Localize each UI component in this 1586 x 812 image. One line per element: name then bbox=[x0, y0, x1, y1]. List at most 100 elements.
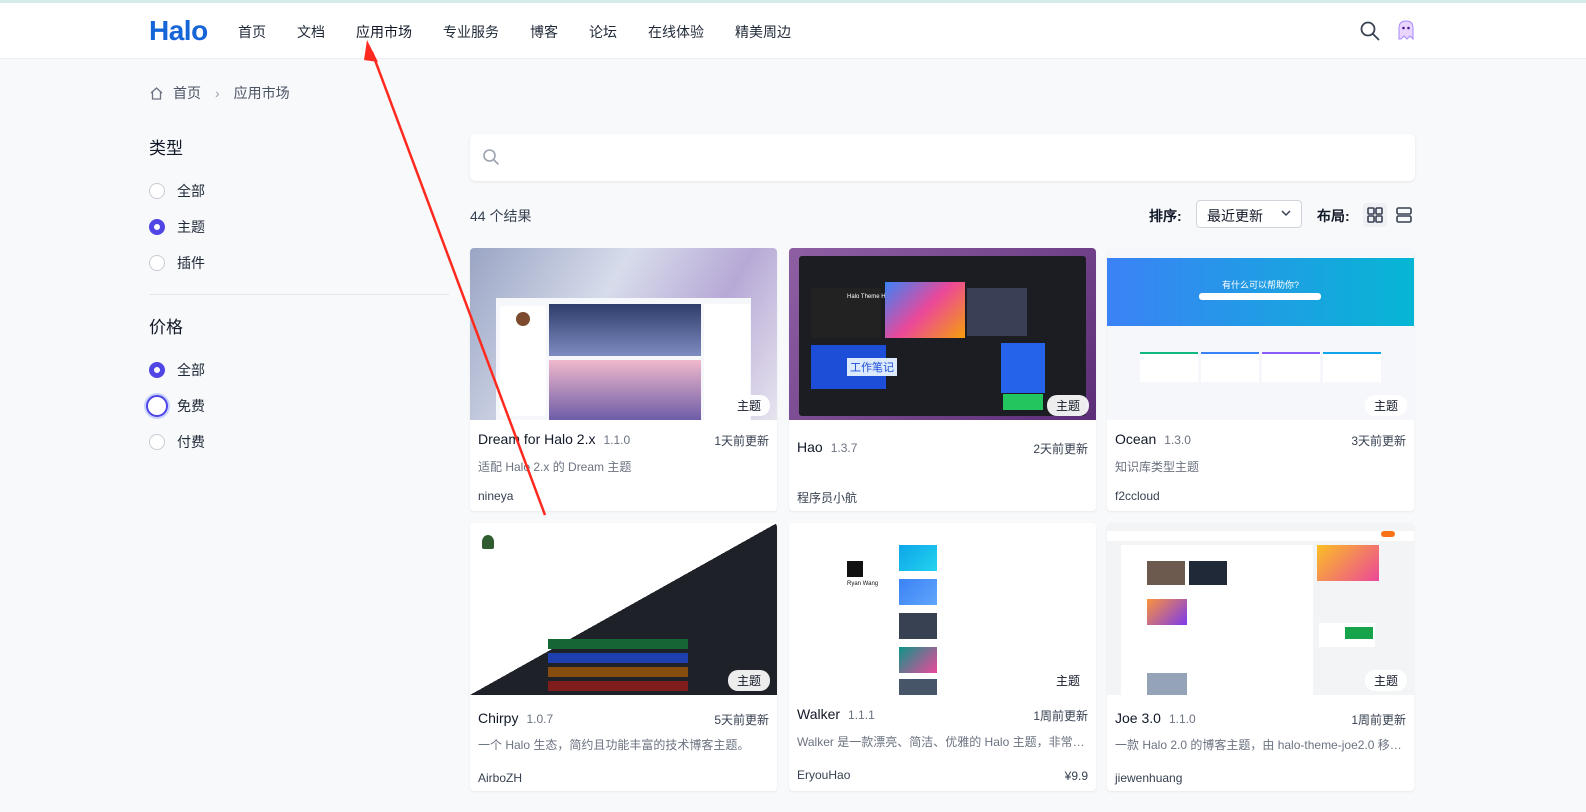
app-card[interactable]: Halo Theme Hao 工作笔记 主题 Hao 1.3.7 2天前更新 程序… bbox=[789, 248, 1096, 511]
card-description: 知识库类型主题 bbox=[1115, 460, 1200, 474]
preview-text: Ryan Wang bbox=[847, 581, 879, 587]
type-badge: 主题 bbox=[1046, 395, 1089, 416]
theme-preview-image: Ryan Wang bbox=[789, 523, 1096, 695]
card-version: 1.3.7 bbox=[830, 441, 858, 455]
nav-app-market[interactable]: 应用市场 bbox=[356, 22, 412, 42]
card-version: 1.1.0 bbox=[1168, 712, 1196, 726]
card-version: 1.1.1 bbox=[848, 708, 875, 722]
card-description: 一款 Halo 2.0 的博客主题，由 halo-theme-joe2.0 移植… bbox=[1115, 738, 1407, 752]
card-updated: 5天前更新 bbox=[714, 713, 769, 727]
card-author: AirboZH bbox=[478, 771, 523, 785]
nav-online-demo[interactable]: 在线体验 bbox=[648, 22, 704, 42]
preview-text: 工作笔记 bbox=[847, 358, 897, 376]
sort-value: 最近更新 bbox=[1207, 208, 1263, 224]
radio-focused-icon[interactable] bbox=[146, 395, 168, 417]
app-card[interactable]: 有什么可以帮助你? 主题 Ocean 1.3.0 3天前更新 知识库类型主题 f2… bbox=[1107, 248, 1414, 511]
type-option-all[interactable]: 全部 bbox=[149, 173, 449, 209]
search-box bbox=[470, 134, 1415, 181]
chevron-down-icon bbox=[1281, 210, 1291, 217]
card-name: Joe 3.0 bbox=[1115, 710, 1161, 726]
card-name: Hao bbox=[797, 439, 823, 455]
sort-select[interactable]: 最近更新 bbox=[1196, 200, 1302, 228]
radio-icon[interactable] bbox=[149, 434, 165, 450]
chevron-right-icon: › bbox=[215, 85, 220, 101]
card-title[interactable]: Chirpy 1.0.7 bbox=[478, 710, 553, 726]
search-icon[interactable] bbox=[1359, 20, 1381, 42]
type-option-plugin[interactable]: 插件 bbox=[149, 245, 449, 281]
search-input[interactable] bbox=[510, 144, 1390, 170]
type-badge: 主题 bbox=[1364, 395, 1407, 416]
halo-logo[interactable]: Halo bbox=[149, 15, 208, 47]
option-label: 付费 bbox=[177, 434, 205, 450]
radio-checked-icon[interactable] bbox=[149, 219, 165, 235]
card-updated: 1天前更新 bbox=[714, 434, 769, 448]
app-card[interactable]: 主题 Chirpy 1.0.7 5天前更新 一个 Halo 生态，简约且功能丰富的… bbox=[470, 523, 777, 791]
card-version: 1.3.0 bbox=[1164, 433, 1191, 447]
nav-forum[interactable]: 论坛 bbox=[589, 22, 617, 42]
option-label: 全部 bbox=[177, 362, 205, 378]
option-label: 插件 bbox=[177, 255, 205, 271]
list-layout-icon[interactable] bbox=[1392, 203, 1416, 227]
radio-icon[interactable] bbox=[149, 183, 165, 199]
card-title[interactable]: Walker 1.1.1 bbox=[797, 706, 875, 722]
breadcrumb-home[interactable]: 首页 bbox=[173, 83, 201, 103]
nav-blog[interactable]: 博客 bbox=[530, 22, 558, 42]
user-avatar[interactable] bbox=[1395, 19, 1417, 41]
theme-preview-image bbox=[470, 248, 777, 420]
card-version: 1.1.0 bbox=[603, 433, 631, 447]
card-updated: 2天前更新 bbox=[1033, 442, 1088, 456]
layout-label: 布局: bbox=[1317, 208, 1350, 224]
theme-preview-image bbox=[1107, 523, 1414, 695]
nav-docs[interactable]: 文档 bbox=[297, 22, 325, 42]
app-card[interactable]: 主题 Joe 3.0 1.1.0 1周前更新 一款 Halo 2.0 的博客主题，… bbox=[1107, 523, 1414, 791]
sort-label: 排序: bbox=[1149, 208, 1182, 224]
card-title[interactable]: Ocean 1.3.0 bbox=[1115, 431, 1191, 447]
card-description: 适配 Halo 2.x 的 Dream 主题 bbox=[478, 460, 632, 474]
breadcrumb-current: 应用市场 bbox=[233, 85, 290, 101]
type-badge: 主题 bbox=[727, 395, 770, 416]
card-updated: 1周前更新 bbox=[1033, 709, 1088, 723]
card-name: Walker bbox=[797, 706, 841, 722]
card-author: jiewenhuang bbox=[1115, 771, 1183, 785]
app-card[interactable]: 主题 Dream for Halo 2.x 1.1.0 1天前更新 适配 Halo… bbox=[470, 248, 777, 511]
card-title[interactable]: Dream for Halo 2.x 1.1.0 bbox=[478, 431, 630, 447]
card-title[interactable]: Joe 3.0 1.1.0 bbox=[1115, 710, 1196, 726]
type-badge: 主题 bbox=[727, 670, 770, 691]
nav-home[interactable]: 首页 bbox=[238, 22, 266, 42]
radio-checked-icon[interactable] bbox=[149, 362, 165, 378]
main-nav: 首页 文档 应用市场 专业服务 博客 论坛 在线体验 精美周边 bbox=[238, 22, 822, 42]
option-label: 免费 bbox=[177, 398, 205, 414]
price-option-free[interactable]: 免费 bbox=[146, 388, 449, 424]
type-option-theme[interactable]: 主题 bbox=[149, 209, 449, 245]
price-filter-title: 价格 bbox=[149, 318, 183, 337]
breadcrumb: 首页 › 应用市场 bbox=[149, 83, 290, 103]
theme-preview-image: Halo Theme Hao 工作笔记 bbox=[789, 248, 1096, 420]
search-icon bbox=[483, 149, 499, 165]
radio-icon[interactable] bbox=[149, 255, 165, 271]
home-icon[interactable] bbox=[149, 86, 164, 101]
type-badge: 主题 bbox=[1046, 670, 1089, 691]
type-filter-title: 类型 bbox=[149, 139, 183, 158]
preview-text: 有什么可以帮助你? bbox=[1221, 280, 1299, 290]
option-label: 主题 bbox=[177, 219, 205, 235]
card-description: 一个 Halo 生态，简约且功能丰富的技术博客主题。 bbox=[478, 738, 750, 752]
nav-services[interactable]: 专业服务 bbox=[443, 22, 499, 42]
type-badge: 主题 bbox=[1364, 670, 1407, 691]
result-count: 44 个结果 bbox=[470, 208, 532, 224]
grid-layout-icon[interactable] bbox=[1363, 203, 1387, 227]
divider bbox=[149, 294, 449, 295]
card-description: Walker 是一款漂亮、简洁、优雅的 Halo 主题，非常适合个人博客使用 bbox=[797, 735, 1089, 749]
app-card[interactable]: Ryan Wang 主题 Walker 1.1.1 1周前更新 Walker 是一… bbox=[789, 523, 1096, 791]
card-author: f2ccloud bbox=[1115, 489, 1160, 503]
card-name: Ocean bbox=[1115, 431, 1157, 447]
theme-preview-image: 有什么可以帮助你? bbox=[1107, 248, 1414, 420]
card-updated: 3天前更新 bbox=[1351, 434, 1406, 448]
card-price: ¥9.9 bbox=[1064, 769, 1088, 783]
card-title[interactable]: Hao 1.3.7 bbox=[797, 439, 857, 455]
price-option-all[interactable]: 全部 bbox=[149, 352, 449, 388]
filter-sidebar: 类型 全部 主题 插件 价格 全部 免费 付费 bbox=[146, 134, 449, 460]
nav-merch[interactable]: 精美周边 bbox=[735, 22, 791, 42]
price-option-paid[interactable]: 付费 bbox=[149, 424, 449, 460]
card-author: EryouHao bbox=[797, 768, 851, 782]
site-header: Halo 首页 文档 应用市场 专业服务 博客 论坛 在线体验 精美周边 bbox=[0, 3, 1586, 59]
